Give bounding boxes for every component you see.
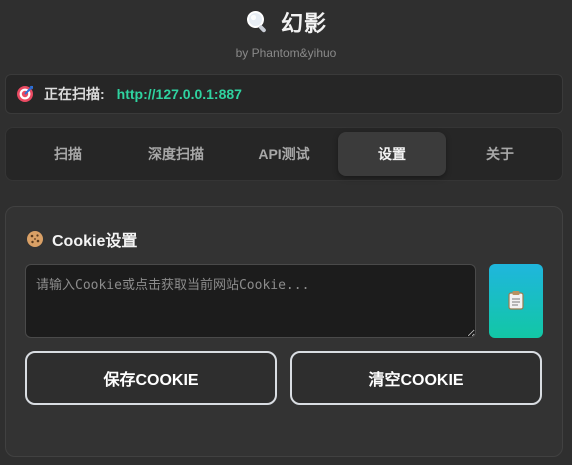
main-tabs: 扫描 深度扫描 API测试 设置 关于: [5, 127, 563, 181]
cookie-settings-title: Cookie设置: [52, 233, 138, 250]
target-icon: [16, 85, 34, 103]
phantom-app: 幻影 by Phantom&yihuo 正在扫描: http://127.0.0…: [0, 0, 572, 465]
title-row: 幻影: [245, 6, 327, 38]
tab-scan[interactable]: 扫描: [14, 132, 122, 176]
status-label: 正在扫描:: [44, 86, 105, 102]
clipboard-icon: [507, 290, 525, 313]
tab-about[interactable]: 关于: [446, 132, 554, 176]
save-cookie-button[interactable]: 保存COOKIE: [25, 351, 277, 405]
cookie-settings-heading: Cookie设置: [26, 227, 137, 251]
cookie-settings-panel: Cookie设置 保存COOKIE 清空COOKIE: [5, 206, 563, 457]
app-header: 幻影 by Phantom&yihuo: [0, 6, 572, 60]
clear-cookie-button[interactable]: 清空COOKIE: [290, 351, 542, 405]
cookie-icon: [26, 230, 44, 248]
scan-url: http://127.0.0.1:887: [116, 86, 242, 102]
magnifier-icon: [245, 9, 271, 35]
tab-settings[interactable]: 设置: [338, 132, 446, 176]
app-title: 幻影: [280, 11, 327, 36]
tab-api-test[interactable]: API测试: [230, 132, 338, 176]
scan-status-bar: 正在扫描: http://127.0.0.1:887: [5, 74, 563, 114]
tab-deep-scan[interactable]: 深度扫描: [122, 132, 230, 176]
cookie-input[interactable]: [25, 264, 476, 338]
app-subtitle: by Phantom&yihuo: [235, 46, 337, 60]
get-current-cookie-button[interactable]: [489, 264, 543, 338]
